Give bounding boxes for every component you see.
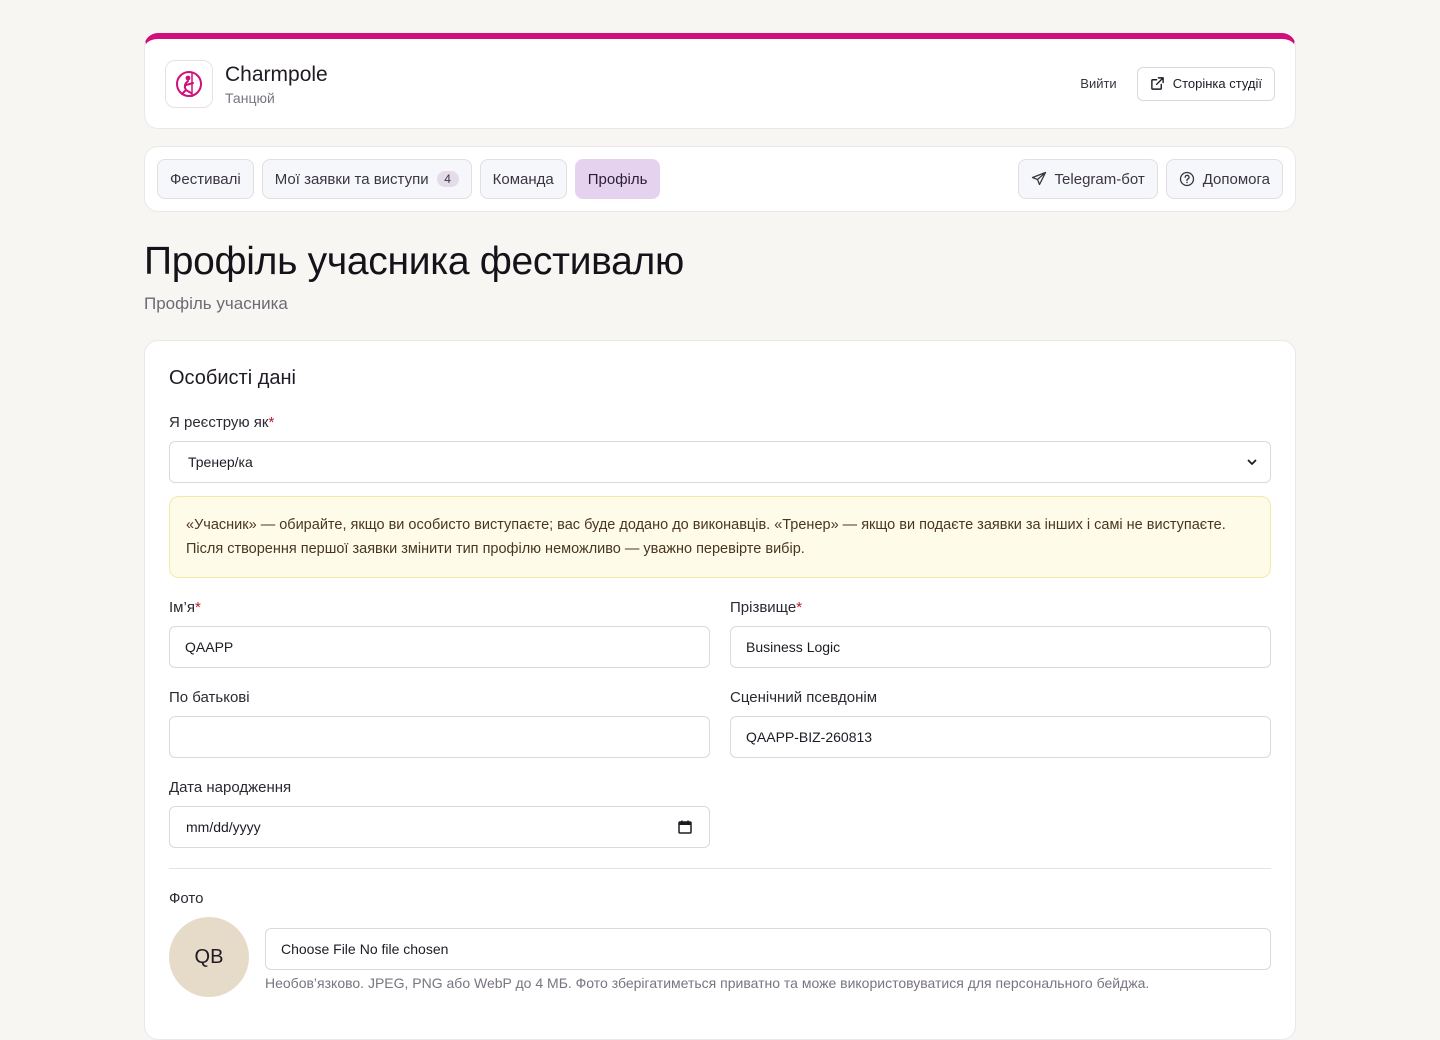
tab-label: Команда xyxy=(492,170,554,188)
header-actions: Вийти Сторінка студії xyxy=(1080,66,1275,101)
required-mark: * xyxy=(796,599,803,616)
patronymic-label: По батькові xyxy=(169,689,250,706)
first-name-label: Ім’я* xyxy=(169,599,201,616)
tab-label: Мої заявки та виступи xyxy=(274,170,429,188)
telegram-bot-label: Telegram-бот xyxy=(1054,170,1145,188)
help-button[interactable]: Допомога xyxy=(1165,159,1283,199)
register-as-select[interactable]: Тренер/ка xyxy=(169,441,1271,483)
external-link-icon xyxy=(1150,77,1164,90)
register-as-label: Я реєструю як* xyxy=(169,414,274,431)
patronymic-input[interactable] xyxy=(169,716,710,758)
telegram-bot-button[interactable]: Telegram-бот xyxy=(1017,159,1158,199)
tab-my-applications[interactable]: Мої заявки та виступи 4 xyxy=(261,159,472,199)
choose-file-button[interactable]: Choose File xyxy=(281,941,356,957)
studio-page-button[interactable]: Сторінка студії xyxy=(1136,66,1275,101)
personal-data-card: Особисті дані Я реєструю як* Тренер/ка «… xyxy=(144,340,1296,1040)
stage-name-input[interactable]: QAAPP-BIZ-260813 xyxy=(730,716,1271,758)
last-name-input[interactable]: Business Logic xyxy=(730,626,1271,668)
first-name-input[interactable]: QAAPP xyxy=(169,626,710,668)
tab-team[interactable]: Команда xyxy=(479,159,567,199)
first-name-label-text: Ім’я xyxy=(169,599,195,616)
photo-file-input[interactable]: Choose File No file chosen xyxy=(265,928,1271,970)
birth-date-placeholder: mm/dd/yyyy xyxy=(186,819,261,835)
register-as-value: Тренер/ка xyxy=(188,454,253,470)
tab-festivals[interactable]: Фестивалі xyxy=(157,159,254,199)
chevron-down-icon xyxy=(1247,459,1257,465)
help-circle-icon xyxy=(1179,171,1194,187)
required-mark: * xyxy=(268,414,275,431)
tab-label: Профіль xyxy=(587,170,648,188)
site-header: Charmpole Танцюй Вийти Сторінка студії xyxy=(144,33,1296,129)
avatar: QB xyxy=(169,917,249,997)
brand-tagline: Танцюй xyxy=(225,89,275,106)
brand: Charmpole Танцюй xyxy=(225,62,328,106)
applications-count-badge: 4 xyxy=(436,171,459,187)
page-subtitle: Профіль учасника xyxy=(144,294,288,313)
studio-page-label: Сторінка студії xyxy=(1172,76,1262,91)
required-mark: * xyxy=(194,599,201,616)
nav-right-actions: Telegram-бот Допомога xyxy=(1017,159,1283,199)
birth-date-label: Дата народження xyxy=(169,779,292,796)
studio-logo[interactable] xyxy=(165,59,213,108)
pole-dancer-icon xyxy=(176,70,202,97)
profile-type-note: «Учасник» — обирайте, якщо ви особисто в… xyxy=(169,496,1271,578)
brand-name: Charmpole xyxy=(225,62,328,86)
last-name-label-text: Прізвище xyxy=(730,599,797,616)
page-title: Профіль учасника фестивалю xyxy=(144,240,684,283)
main-nav: Фестивалі Мої заявки та виступи 4 Команд… xyxy=(144,146,1296,212)
tab-label: Фестивалі xyxy=(170,170,241,188)
send-icon xyxy=(1031,171,1046,186)
calendar-icon[interactable] xyxy=(677,819,693,835)
logout-link[interactable]: Вийти xyxy=(1080,76,1116,91)
register-as-label-text: Я реєструю як xyxy=(169,414,269,431)
help-label: Допомога xyxy=(1202,170,1270,188)
photo-hint: Необов’язково. JPEG, PNG або WebP до 4 М… xyxy=(265,975,1150,991)
birth-date-input[interactable]: mm/dd/yyyy xyxy=(169,806,710,848)
photo-label: Фото xyxy=(169,890,204,907)
last-name-label: Прізвище* xyxy=(730,599,802,616)
section-divider xyxy=(169,868,1271,869)
tab-profile[interactable]: Профіль xyxy=(574,159,661,199)
section-title: Особисті дані xyxy=(169,367,296,389)
stage-name-label: Сценічний псевдонім xyxy=(730,689,878,706)
file-status: No file chosen xyxy=(359,941,449,957)
